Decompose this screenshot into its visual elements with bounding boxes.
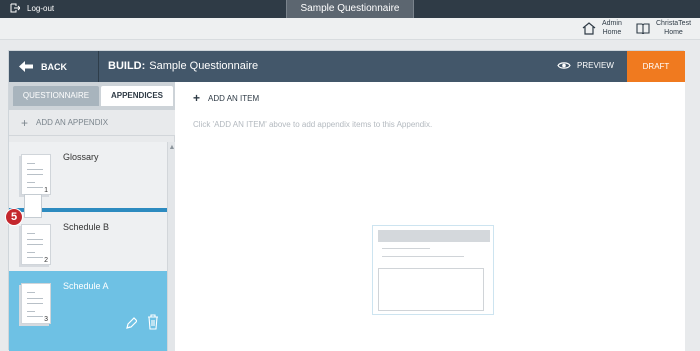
builder-panel: BACK BUILD: Sample Questionnaire PREVIEW … [8,50,685,351]
draft-status-badge: DRAFT [627,51,685,82]
plus-icon: + [21,115,29,130]
empty-state-hint: Click 'ADD AN ITEM' above to add appendi… [193,120,433,129]
empty-state-illustration [372,225,494,315]
page-number: 3 [44,316,48,323]
user-home-link[interactable]: ChristaTest Home [636,19,691,37]
questionnaire-title-tab[interactable]: Sample Questionnaire [286,0,414,18]
back-button[interactable]: BACK [9,51,99,82]
preview-button[interactable]: PREVIEW [557,61,614,70]
add-appendix-label: ADD AN APPENDIX [36,118,109,127]
pencil-icon[interactable] [125,316,137,330]
trash-icon[interactable] [147,314,159,330]
appendix-label: Schedule B [63,222,110,232]
sidebar-scrollbar[interactable]: ▲ [167,142,175,351]
preview-label: PREVIEW [577,61,614,70]
appendix-label: Schedule A [63,281,109,291]
plus-icon: + [193,91,201,105]
build-title-text: Sample Questionnaire [149,60,259,72]
logout-link[interactable]: Log-out [10,3,54,13]
tab-questionnaire[interactable]: QUESTIONNAIRE [13,86,99,106]
dragged-document-icon [24,194,42,218]
add-item-label: ADD AN ITEM [208,93,260,103]
appendix-list: 1 Glossary 2 Schedule B 3 Schedule A [9,142,167,351]
arrow-left-icon [19,61,33,72]
step-number-badge: 5 [5,208,23,226]
appendix-item-schedule-a[interactable]: 3 Schedule A [9,271,167,351]
user-home-line1: ChristaTest [656,20,692,27]
admin-home-link[interactable]: Admin Home [582,19,622,37]
logout-icon [10,3,20,13]
build-title: BUILD: Sample Questionnaire [108,60,258,72]
page-number: 1 [44,187,48,194]
logout-label: Log-out [27,3,55,13]
back-label: BACK [41,61,67,72]
tab-bar: QUESTIONNAIRE APPENDICES [9,82,175,110]
top-bar: Log-out Sample Questionnaire [0,0,700,18]
eye-icon [557,62,571,69]
book-icon [636,23,650,34]
build-prefix: BUILD: [108,60,146,72]
appendix-content-area: + ADD AN ITEM Click 'ADD AN ITEM' above … [175,82,685,351]
admin-home-line1: Admin [602,20,622,27]
add-item-button[interactable]: + ADD AN ITEM [193,91,259,105]
build-header: BACK BUILD: Sample Questionnaire PREVIEW … [9,51,685,82]
secondary-bar: Admin Home ChristaTest Home [0,18,700,40]
add-appendix-button[interactable]: + ADD AN APPENDIX [9,110,175,136]
user-home-line2: Home [664,29,683,36]
appendix-label: Glossary [63,152,99,162]
document-icon: 3 [21,283,51,324]
page-number: 2 [44,257,48,264]
home-icon [582,21,596,35]
admin-home-line2: Home [602,29,622,36]
tab-appendices[interactable]: APPENDICES [101,86,173,106]
document-icon: 1 [21,154,51,195]
document-icon: 2 [21,224,51,265]
